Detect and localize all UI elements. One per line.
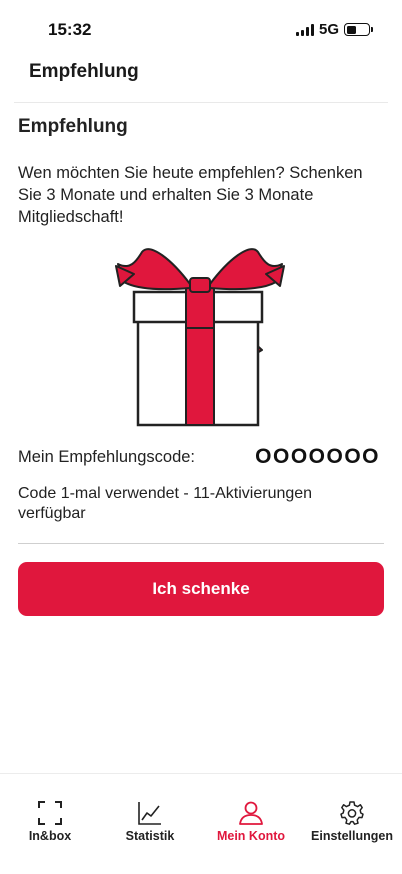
referral-content: Empfehlung Wen möchten Sie heute empfehl… — [18, 116, 384, 226]
gear-icon — [340, 801, 364, 825]
content-divider — [18, 543, 384, 544]
bottom-tab-bar: In&box Statistik Mein Konto Einstellunge… — [0, 773, 402, 874]
line-chart-icon — [138, 802, 161, 825]
tab-inbox[interactable]: In&box — [0, 800, 100, 843]
gift-icon — [115, 248, 285, 427]
page-title: Empfehlung — [29, 61, 139, 82]
referral-intro-text: Wen möchten Sie heute empfehlen? Schenke… — [18, 164, 363, 226]
tab-statistik[interactable]: Statistik — [100, 800, 200, 843]
scan-frame-icon — [38, 801, 62, 825]
tab-label: Einstellungen — [311, 829, 393, 843]
tab-label: In&box — [28, 829, 72, 843]
header-divider — [14, 102, 388, 103]
battery-icon — [344, 23, 373, 36]
tab-label: Mein Konto — [216, 829, 286, 843]
tab-mein-konto[interactable]: Mein Konto — [201, 800, 301, 843]
referral-code-value[interactable]: OOOOOOO — [255, 445, 380, 469]
tab-einstellungen[interactable]: Einstellungen — [302, 800, 402, 843]
status-indicators: 5G — [295, 21, 373, 38]
section-title: Empfehlung — [18, 116, 128, 137]
referral-code-row: Mein Empfehlungscode: OOOOOOO — [18, 445, 382, 470]
person-icon — [239, 801, 263, 825]
app-header: Empfehlung — [0, 54, 402, 102]
tab-label: Statistik — [125, 829, 175, 843]
network-type: 5G — [318, 21, 339, 38]
referral-code-label: Mein Empfehlungscode: — [18, 448, 196, 466]
code-usage-text: Code 1-mal verwendet - 11-Aktivierungen … — [18, 485, 313, 522]
status-bar: 15:32 5G — [0, 0, 402, 54]
signal-icon — [295, 23, 314, 36]
gift-button[interactable]: Ich schenke — [18, 562, 384, 616]
status-time: 15:32 — [48, 20, 92, 39]
